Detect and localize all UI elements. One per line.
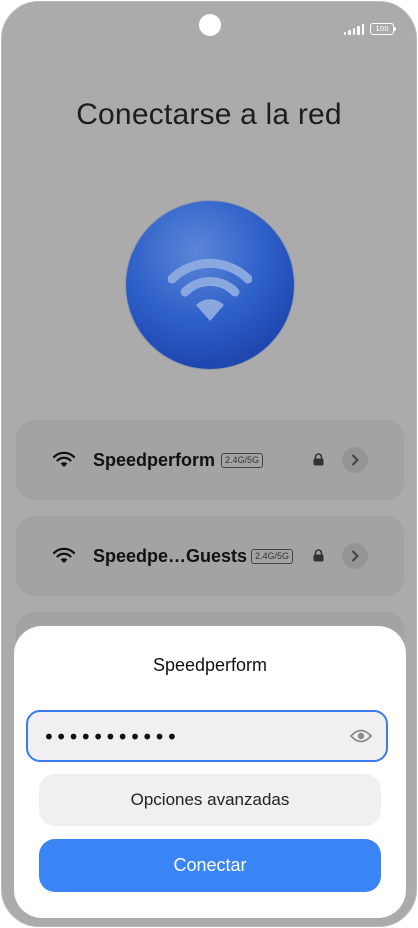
network-item[interactable]: Speedpe…Guests 2.4G/5G (16, 516, 404, 596)
battery-icon: 100 (370, 23, 396, 35)
password-input[interactable]: ••••••••••• (26, 710, 388, 762)
wifi-orb-illustration (126, 201, 294, 369)
band-badge: 2.4G/5G (221, 453, 264, 468)
chevron-right-icon (352, 550, 359, 562)
band-badge: 2.4G/5G (251, 549, 294, 564)
network-details-button[interactable] (342, 447, 368, 473)
lock-icon (313, 549, 324, 562)
show-password-icon[interactable] (350, 728, 372, 744)
page-title: Conectarse a la red (76, 98, 342, 131)
battery-level: 100 (375, 25, 389, 33)
connect-button[interactable]: Conectar (39, 839, 381, 892)
front-camera (199, 14, 221, 36)
wifi-signal-icon (53, 547, 75, 563)
network-name: Speedpe…Guests (93, 546, 248, 566)
wifi-signal-icon (53, 451, 75, 467)
password-value: ••••••••••• (43, 725, 179, 749)
network-name: Speedperform (93, 450, 216, 470)
cellular-signal-icon (343, 23, 364, 35)
lock-icon (313, 453, 324, 466)
status-bar: 100 (343, 23, 396, 35)
phone-frame: 100 Conectarse a la red Speedperform 2.4… (1, 1, 417, 927)
advanced-options-button[interactable]: Opciones avanzadas (39, 774, 381, 826)
chevron-right-icon (352, 454, 359, 466)
wifi-icon (168, 258, 252, 321)
password-dialog: Speedperform ••••••••••• Opciones avanza… (14, 626, 406, 918)
dialog-title: Speedperform (152, 655, 268, 675)
network-item[interactable]: Speedperform 2.4G/5G (16, 420, 404, 500)
network-details-button[interactable] (342, 543, 368, 569)
